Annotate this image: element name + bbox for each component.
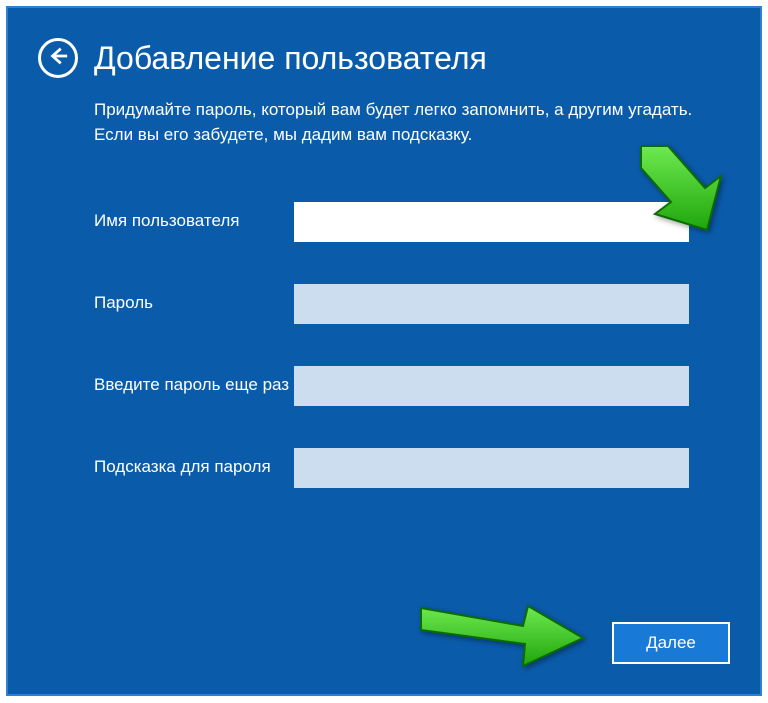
add-user-panel: Добавление пользователя Придумайте парол… (6, 6, 762, 696)
next-button[interactable]: Далее (612, 622, 730, 664)
header: Добавление пользователя (38, 38, 730, 78)
username-input[interactable] (294, 202, 689, 242)
label-username: Имя пользователя (94, 202, 294, 232)
label-password: Пароль (94, 284, 294, 314)
page-title: Добавление пользователя (94, 40, 487, 77)
row-confirm: Введите пароль еще раз (94, 366, 730, 406)
description-text: Придумайте пароль, который вам будет лег… (94, 98, 730, 147)
password-hint-input[interactable] (294, 448, 689, 488)
row-username: Имя пользователя (94, 202, 730, 242)
label-confirm: Введите пароль еще раз (94, 366, 294, 396)
confirm-password-input[interactable] (294, 366, 689, 406)
annotation-arrow-icon (413, 588, 588, 673)
password-input[interactable] (294, 284, 689, 324)
row-hint: Подсказка для пароля (94, 448, 730, 488)
row-password: Пароль (94, 284, 730, 324)
label-hint: Подсказка для пароля (94, 448, 294, 478)
back-arrow-icon (47, 45, 69, 72)
back-button[interactable] (38, 38, 78, 78)
